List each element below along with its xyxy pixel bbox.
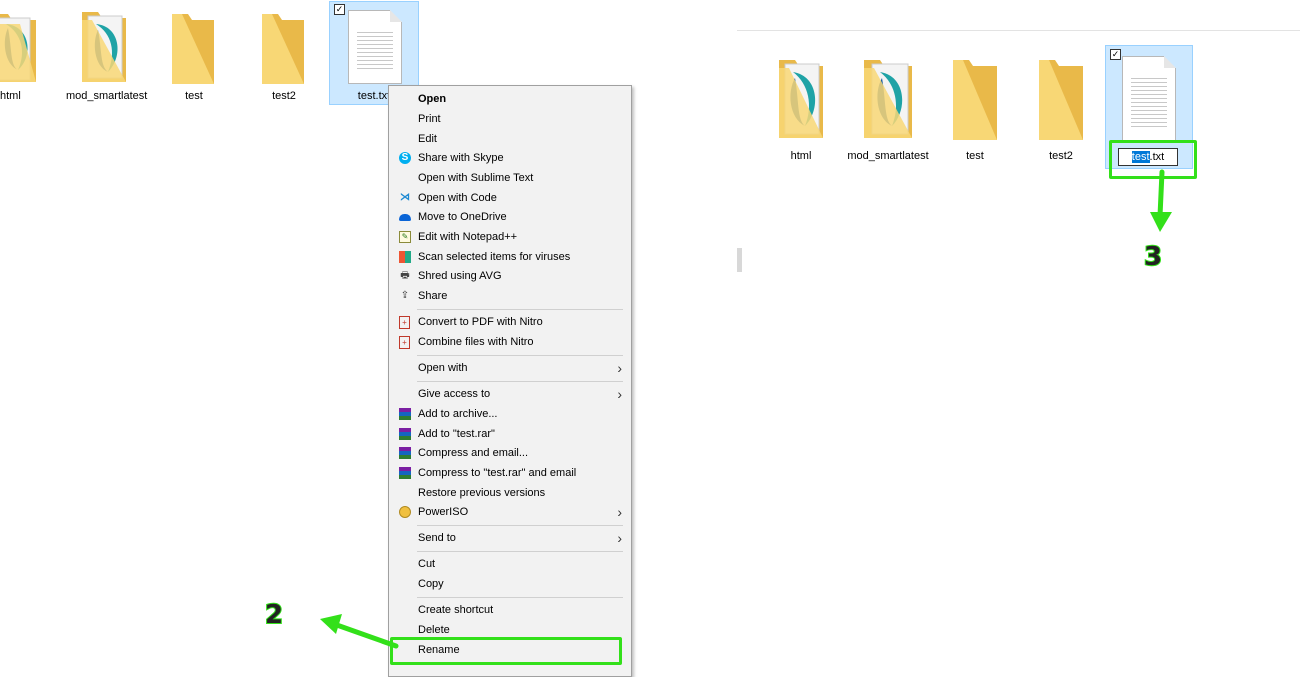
- menu-item-poweriso[interactable]: PowerISO ›: [389, 502, 631, 522]
- nitro-pdf-icon: +: [399, 316, 410, 329]
- menu-item-print[interactable]: Print: [389, 109, 631, 129]
- file-item-test[interactable]: test: [941, 56, 1009, 166]
- winrar-icon: [399, 428, 411, 440]
- submenu-chevron-icon: ›: [617, 530, 622, 546]
- file-label: test2: [272, 90, 296, 102]
- menu-separator: [417, 597, 623, 598]
- file-label: html: [790, 150, 812, 162]
- file-item-mod-smartlatest[interactable]: mod_smartlatest: [847, 56, 929, 166]
- folder-icon: [1039, 60, 1083, 140]
- vscode-icon: ⋊: [400, 192, 410, 203]
- step-3-label: 3: [1143, 241, 1163, 273]
- menu-item-open[interactable]: Open: [389, 89, 631, 109]
- file-item-html[interactable]: html: [0, 8, 40, 103]
- share-icon: ⇪: [400, 290, 410, 301]
- menu-separator: [417, 381, 623, 382]
- file-item-mod-smartlatest[interactable]: mod_smartlatest: [66, 8, 148, 103]
- skype-icon: S: [399, 152, 411, 164]
- folder-doc-icon: [82, 12, 126, 82]
- menu-item-send-to[interactable]: Send to ›: [389, 528, 631, 548]
- menu-item-cut[interactable]: Cut: [389, 554, 631, 574]
- text-file-icon: [348, 10, 402, 84]
- left-explorer-panel: html mod_smartlatest test test2 ✓ test.t…: [0, 0, 440, 110]
- menu-separator: [417, 525, 623, 526]
- avg-scan-icon: [399, 251, 411, 263]
- submenu-chevron-icon: ›: [617, 360, 622, 376]
- file-label: test: [185, 90, 203, 102]
- folder-icon: [172, 14, 214, 84]
- selection-checkbox[interactable]: ✓: [334, 4, 345, 15]
- step-2-label: 2: [264, 599, 284, 631]
- menu-item-share[interactable]: ⇪ Share: [389, 286, 631, 306]
- menu-item-notepadpp[interactable]: ✎ Edit with Notepad++: [389, 227, 631, 247]
- submenu-chevron-icon: ›: [617, 386, 622, 402]
- winrar-icon: [399, 447, 411, 459]
- right-explorer-panel: html mod_smartlatest test test2 ✓ test.t…: [737, 30, 1300, 320]
- folder-doc-icon: [864, 60, 912, 138]
- file-item-test2[interactable]: test2: [256, 8, 312, 103]
- menu-item-nitro-convert[interactable]: + Convert to PDF with Nitro: [389, 312, 631, 332]
- menu-item-open-sublime[interactable]: Open with Sublime Text: [389, 168, 631, 188]
- menu-item-copy[interactable]: Copy: [389, 574, 631, 594]
- onedrive-icon: [399, 211, 411, 223]
- file-label: test2: [1049, 150, 1073, 162]
- file-label: test: [966, 150, 984, 162]
- menu-item-restore-versions[interactable]: Restore previous versions: [389, 483, 631, 503]
- menu-item-open-with[interactable]: Open with ›: [389, 358, 631, 378]
- nitro-combine-icon: +: [399, 336, 410, 349]
- text-file-icon: [1122, 56, 1176, 142]
- file-label: html: [0, 90, 21, 102]
- panel-top-border: [737, 30, 1300, 31]
- file-item-test[interactable]: test: [166, 8, 222, 103]
- folder-html-icon: [779, 60, 823, 138]
- notepadpp-icon: ✎: [399, 231, 411, 243]
- file-label: mod_smartlatest: [847, 150, 929, 162]
- menu-separator: [417, 309, 623, 310]
- context-menu: Open Print Edit S Share with Skype Open …: [388, 85, 632, 677]
- step3-arrow: [1150, 169, 1172, 232]
- menu-item-edit[interactable]: Edit: [389, 129, 631, 149]
- menu-item-share-skype[interactable]: S Share with Skype: [389, 148, 631, 168]
- selection-checkbox[interactable]: ✓: [1110, 49, 1121, 60]
- poweriso-icon: [399, 506, 411, 518]
- menu-item-add-archive[interactable]: Add to archive...: [389, 404, 631, 424]
- menu-item-add-test-rar[interactable]: Add to "test.rar": [389, 424, 631, 444]
- submenu-chevron-icon: ›: [617, 504, 622, 520]
- menu-item-shred-avg[interactable]: 🖶 Shred using AVG: [389, 266, 631, 286]
- panel-left-edge: [737, 248, 742, 272]
- folder-icon: [953, 60, 997, 140]
- shred-icon: 🖶: [400, 270, 410, 281]
- menu-item-give-access[interactable]: Give access to ›: [389, 384, 631, 404]
- menu-item-open-code[interactable]: ⋊ Open with Code: [389, 188, 631, 208]
- file-label: mod_smartlatest: [66, 90, 148, 102]
- winrar-icon: [399, 467, 411, 479]
- file-item-test2[interactable]: test2: [1027, 56, 1095, 166]
- step2-arrow: [320, 614, 399, 649]
- folder-icon: [262, 14, 304, 84]
- menu-item-compress-email[interactable]: Compress and email...: [389, 443, 631, 463]
- menu-separator: [417, 355, 623, 356]
- winrar-icon: [399, 408, 411, 420]
- folder-html-icon: [0, 14, 36, 82]
- menu-item-onedrive[interactable]: Move to OneDrive: [389, 207, 631, 227]
- file-item-html[interactable]: html: [767, 56, 835, 166]
- menu-item-nitro-combine[interactable]: + Combine files with Nitro: [389, 332, 631, 352]
- menu-separator: [417, 551, 623, 552]
- menu-item-compress-test-rar-email[interactable]: Compress to "test.rar" and email: [389, 463, 631, 483]
- menu-item-scan-viruses[interactable]: Scan selected items for viruses: [389, 247, 631, 267]
